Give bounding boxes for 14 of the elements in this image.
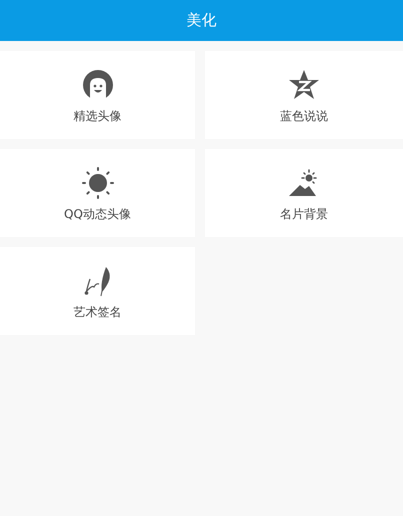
menu-tile[interactable]: 名片背景 xyxy=(205,149,403,237)
page-title: 美化 xyxy=(186,11,216,30)
sun-icon xyxy=(82,167,114,199)
tile-label: 蓝色说说 xyxy=(280,108,328,125)
menu-tile[interactable]: QQ动态头像 xyxy=(0,149,195,237)
tile-label: 艺术签名 xyxy=(74,304,122,321)
star-icon xyxy=(288,69,320,101)
tile-label: 名片背景 xyxy=(280,206,328,223)
menu-tile[interactable]: 精选头像 xyxy=(0,51,195,139)
avatar-icon xyxy=(82,69,114,101)
tile-label: 精选头像 xyxy=(74,108,122,125)
tile-label: QQ动态头像 xyxy=(64,206,131,223)
menu-tile[interactable]: 艺术签名 xyxy=(0,247,195,335)
menu-tile[interactable]: 蓝色说说 xyxy=(205,51,403,139)
